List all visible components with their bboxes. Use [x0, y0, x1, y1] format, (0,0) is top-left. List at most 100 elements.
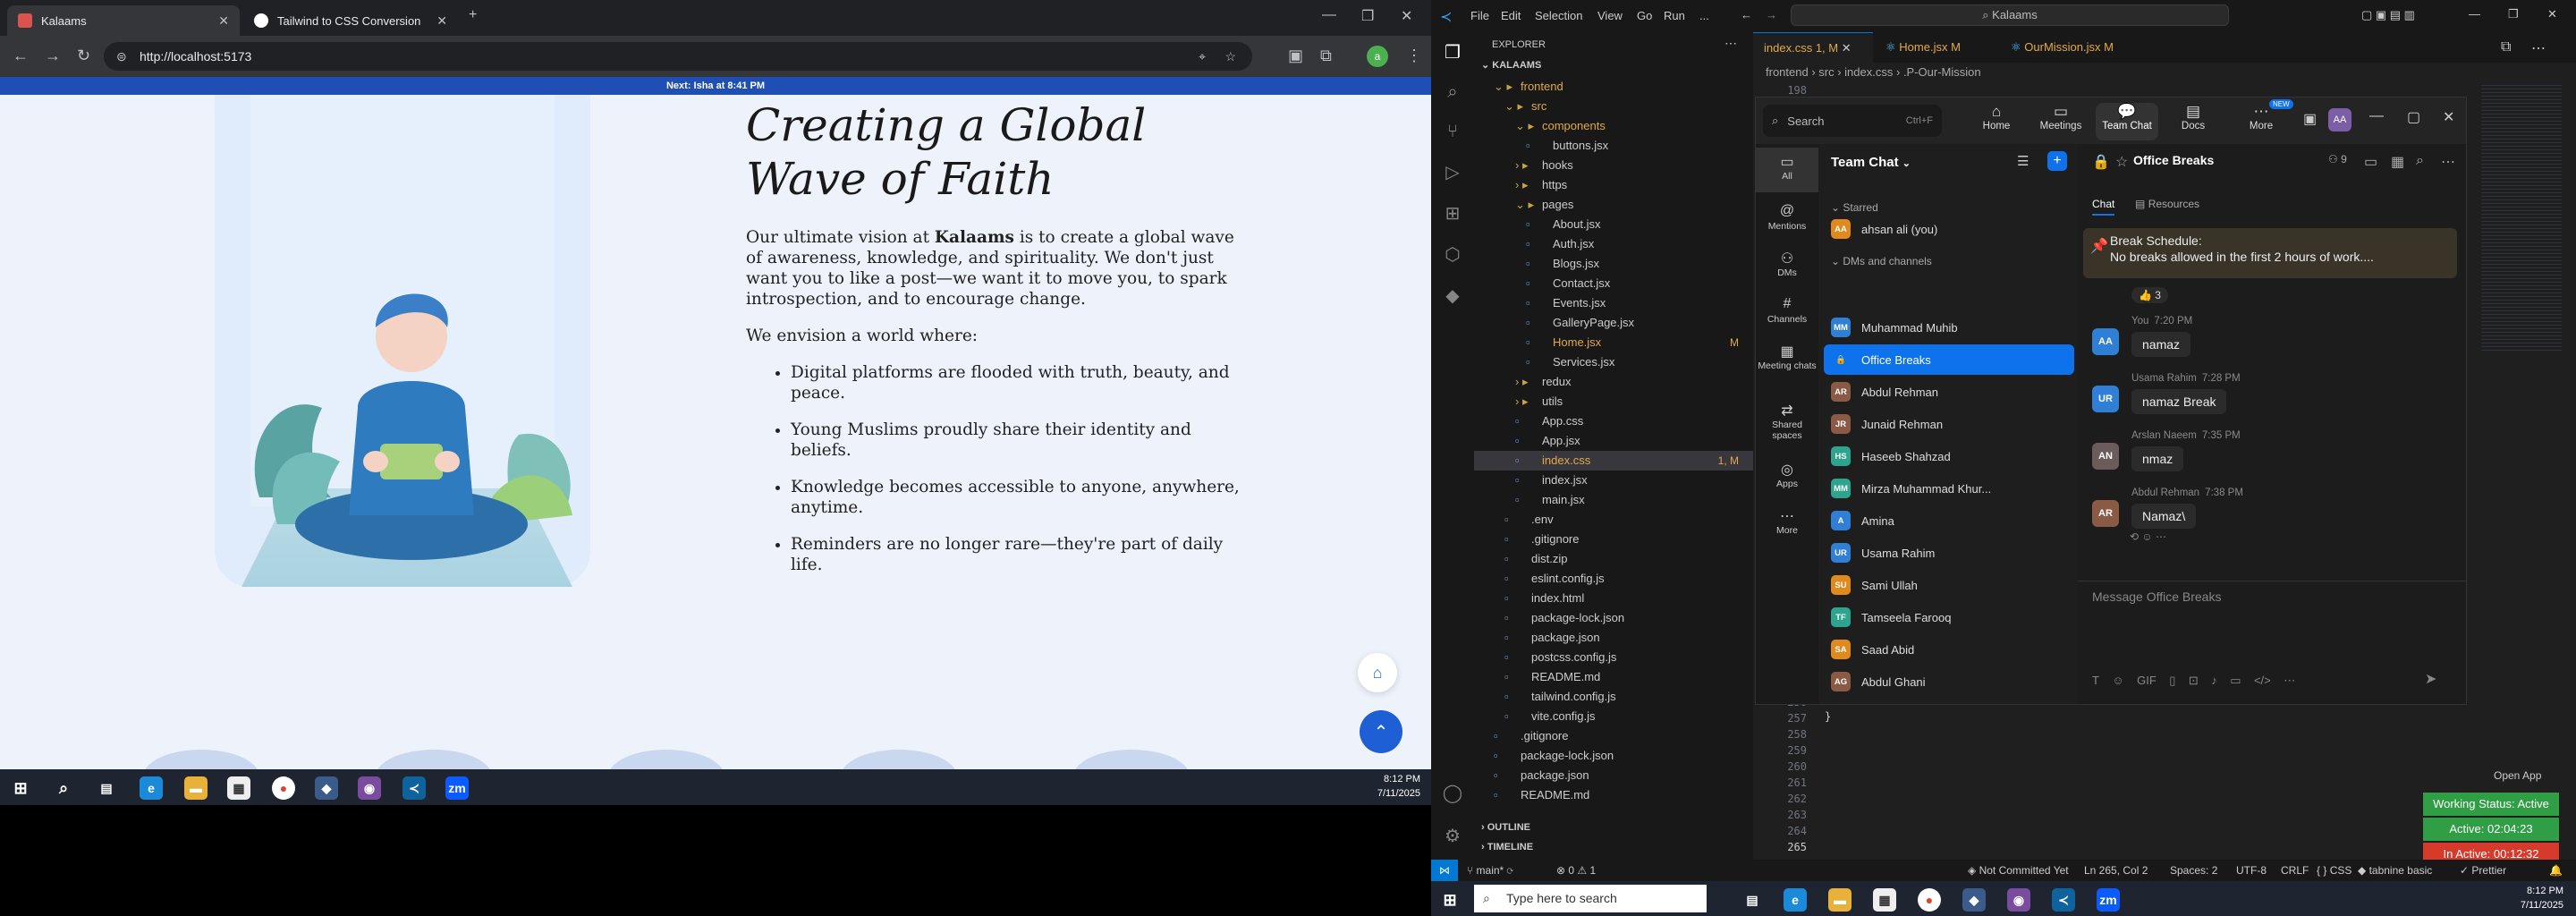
vscode-icon[interactable]: ≺ [2052, 888, 2075, 912]
file-tree-item[interactable]: ▫ Services.jsx [1474, 352, 1753, 372]
file-tree-item[interactable]: ▫ Home.jsx M [1474, 333, 1753, 352]
restore-icon[interactable]: ❐ [2508, 7, 2519, 21]
file-tree-item[interactable]: ⌄ ▸ src [1474, 97, 1753, 116]
zoom-icon[interactable]: zm [445, 776, 469, 800]
close-tab-icon[interactable]: ✕ [436, 13, 447, 29]
list-item[interactable]: A Amina [1824, 505, 2074, 536]
list-item[interactable]: MM Muhammad Muhib [1824, 312, 2074, 343]
file-tree-item[interactable]: › ▸ hooks [1474, 156, 1753, 175]
timeline-section[interactable]: › TIMELINE [1481, 842, 1533, 852]
back-icon[interactable]: ← [13, 47, 29, 65]
store-icon[interactable]: ▦ [1873, 888, 1896, 912]
encoding[interactable]: UTF-8 [2236, 860, 2267, 881]
store-icon[interactable]: ▦ [227, 776, 250, 800]
more-icon[interactable]: ⋯ [2441, 153, 2455, 171]
file-tree-item[interactable]: ▫ .gitignore [1474, 726, 1753, 746]
open-app-link[interactable]: Open App [2494, 769, 2541, 782]
message-composer[interactable]: Message Office Breaks T ☺ GIF ▯ ⊡ ♪ ▭ </… [2092, 589, 2450, 697]
zoom-filter-more[interactable]: ⋯ More [1756, 502, 1818, 536]
new-tab-icon[interactable]: + [469, 7, 477, 23]
minimap[interactable] [2481, 82, 2562, 351]
video-message-icon[interactable]: ▭ [2230, 674, 2241, 687]
tab-chat[interactable]: Chat [2092, 198, 2115, 216]
zoom-nav-meetings[interactable]: ▭ Meetings [2029, 103, 2092, 131]
file-tree-item[interactable]: ▫ About.jsx [1474, 215, 1753, 234]
file-tree-item[interactable]: ▫ vite.config.js [1474, 707, 1753, 726]
whiteboard-icon[interactable]: ▣ [2303, 110, 2317, 128]
git-branch[interactable]: ⑂ main* ⟳ [1467, 860, 1513, 881]
team-chat-title[interactable]: Team Chat ⌄ [1831, 155, 1911, 170]
avatar[interactable]: AN [2092, 443, 2119, 470]
close-window-icon[interactable]: ✕ [2443, 108, 2454, 126]
menu-more[interactable]: ... [1699, 9, 1709, 22]
editor-tab-home-jsx[interactable]: ⚛ Home.jsx M [1875, 32, 1998, 63]
settings-gear-icon[interactable]: ⚙ [1442, 825, 1463, 846]
notifications-icon[interactable]: 🔔 [2549, 860, 2563, 881]
vscode-icon[interactable]: ≺ [402, 776, 426, 800]
layout-toggle-icon[interactable]: ▢ ▣ ▤ ▥ [2361, 8, 2415, 22]
file-tree-item[interactable]: ▫ main.jsx [1474, 490, 1753, 510]
file-tree-item[interactable]: ▫ Auth.jsx [1474, 234, 1753, 254]
tabnine-status[interactable]: ◆ tabnine basic [2358, 860, 2432, 881]
zoom-filter-all[interactable]: ▭ All [1756, 148, 1818, 192]
screenshot-icon[interactable]: ⊡ [2189, 674, 2199, 687]
avatar[interactable]: UR [2092, 386, 2119, 412]
file-tree-item[interactable]: ▫ package-lock.json [1474, 608, 1753, 628]
end-of-line[interactable]: CRLF [2281, 860, 2309, 881]
member-count[interactable]: ⚇ 9 [2328, 153, 2347, 165]
chat-message[interactable]: AA You 7:20 PM namaz [2092, 316, 2450, 369]
file-tree-item[interactable]: ▫ GalleryPage.jsx [1474, 313, 1753, 333]
microphone-icon[interactable]: ♪ [2211, 674, 2217, 687]
more-icon[interactable]: ⋯ [2284, 674, 2295, 687]
file-tree-item[interactable]: ▫ package-lock.json [1474, 746, 1753, 766]
file-tree-item[interactable]: ▫ README.md [1474, 785, 1753, 805]
browser-tab-kalaams[interactable]: Kalaams ✕ [7, 5, 240, 36]
github-desktop-icon[interactable]: ◉ [358, 776, 381, 800]
problems-indicator[interactable]: ⊗ 0 ⚠ 1 [1556, 860, 1596, 881]
file-explorer-icon[interactable]: ▬ [184, 776, 208, 800]
maximize-icon[interactable]: ▢ [2407, 108, 2420, 126]
editor-more-icon[interactable]: ⋯ [2531, 39, 2546, 57]
file-tree-item[interactable]: ▫ index.jsx [1474, 471, 1753, 490]
zoom-filter-channels[interactable]: # Channels [1756, 291, 1818, 325]
file-tree-item[interactable]: ▫ dist.zip [1474, 549, 1753, 569]
source-control-icon[interactable]: ⑂ [1442, 122, 1463, 143]
video-icon[interactable]: ▭ [2364, 153, 2377, 171]
close-tab-icon[interactable]: ✕ [218, 13, 229, 29]
avatar[interactable]: AR [2092, 500, 2119, 527]
file-tree-item[interactable]: ▫ tailwind.config.js [1474, 687, 1753, 707]
zoom-filter-mentions[interactable]: @ Mentions [1756, 198, 1818, 232]
filter-icon[interactable]: ☰ [2017, 153, 2029, 169]
extensions-icon[interactable]: ⊞ [1442, 202, 1463, 224]
close-window-icon[interactable]: ✕ [1401, 7, 1412, 25]
list-item[interactable]: AA ahsan ali (you) [1824, 214, 2074, 244]
file-tree-item[interactable]: ▫ App.css [1474, 411, 1753, 431]
close-window-icon[interactable]: ✕ [2547, 7, 2557, 21]
file-tree-item[interactable]: ▫ App.jsx [1474, 431, 1753, 451]
close-tab-icon[interactable]: ✕ [1842, 41, 1852, 55]
file-tree-item[interactable]: › ▸ https [1474, 175, 1753, 195]
minimize-icon[interactable]: — [2469, 7, 2480, 21]
forward-icon[interactable]: → [45, 47, 61, 65]
list-item[interactable]: MM Mirza Muhammad Khur... [1824, 473, 2074, 504]
minimize-icon[interactable]: — [1322, 7, 1336, 23]
list-item[interactable]: UR Usama Rahim [1824, 538, 2074, 568]
nav-forward-icon[interactable]: → [1766, 8, 1777, 21]
file-tree-item[interactable]: ▫ buttons.jsx [1474, 136, 1753, 156]
outline-section[interactable]: › OUTLINE [1481, 822, 1530, 833]
menu-go[interactable]: Go [1637, 9, 1652, 22]
chrome-icon[interactable]: ● [1918, 888, 1941, 912]
send-icon[interactable]: ➤ [2425, 670, 2436, 688]
tabnine-icon[interactable]: ◆ [1442, 284, 1463, 306]
editor-tab-ourmission-jsx[interactable]: ⚛ OurMission.jsx M [2000, 32, 2148, 63]
cursor-position[interactable]: Ln 265, Col 2 [2084, 860, 2148, 881]
file-tree-item[interactable]: ▫ .gitignore [1474, 530, 1753, 549]
account-icon[interactable]: ◯ [1442, 782, 1463, 803]
minimize-icon[interactable]: — [2369, 108, 2384, 124]
extension-icon[interactable]: ▣ [1288, 47, 1303, 65]
file-tree-item[interactable]: ▫ package.json [1474, 766, 1753, 785]
explorer-more-icon[interactable]: ⋯ [1724, 36, 1737, 51]
file-tree-item[interactable]: ▫ package.json [1474, 628, 1753, 648]
gif-icon[interactable]: GIF [2137, 674, 2157, 687]
app-icon[interactable]: ◆ [315, 776, 338, 800]
